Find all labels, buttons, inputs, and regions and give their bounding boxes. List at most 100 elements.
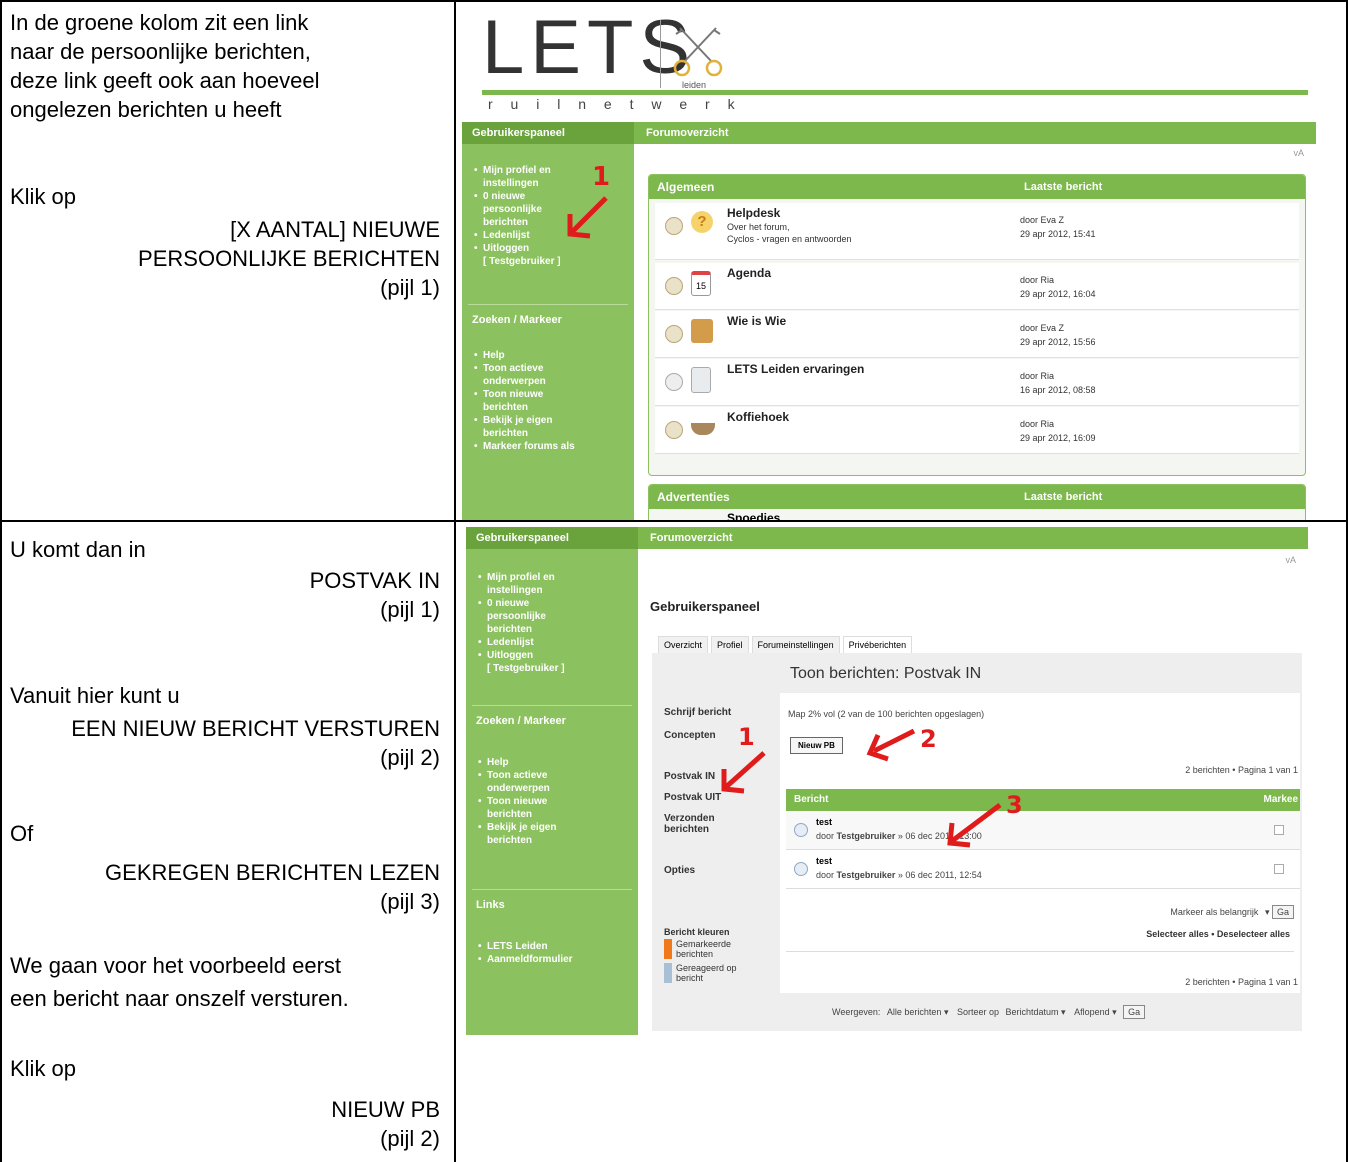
sidebar-link-active[interactable]: Toon actieve (474, 362, 634, 375)
message-by: door (816, 870, 835, 880)
tab-private-messages[interactable]: Privéberichten (842, 636, 913, 654)
sidebar-link-messages-cont[interactable]: berichten (478, 623, 638, 636)
sidebar-link-help[interactable]: Help (474, 349, 634, 362)
subforum-link[interactable]: Over het forum, (727, 221, 852, 233)
sidebar-link-new[interactable]: Toon nieuwe (478, 795, 638, 808)
color-legend: Bericht kleuren Gemarkeerde berichten Ge… (664, 927, 737, 983)
sidebar-link-active-cont[interactable]: onderwerpen (478, 782, 638, 795)
sidebar-link-own[interactable]: Bekijk je eigen (478, 821, 638, 834)
last-post-header: Laatste bericht (1024, 491, 1103, 503)
sort-direction-select[interactable]: Aflopend (1074, 1007, 1110, 1017)
menu-options[interactable]: Opties (664, 865, 774, 876)
menu-drafts[interactable]: Concepten (664, 730, 774, 741)
sort-field-select[interactable]: Berichtdatum (1006, 1007, 1059, 1017)
sidebar-link-new[interactable]: Toon nieuwe (474, 388, 634, 401)
last-post-info: door Ria 29 apr 2012, 16:04 (1020, 273, 1096, 301)
sidebar-link-profile-cont[interactable]: instellingen (478, 584, 638, 597)
sidebar-link-own-cont[interactable]: berichten (478, 834, 638, 847)
last-post-info: door Ria 16 apr 2012, 08:58 (1020, 369, 1096, 397)
last-post-date: 29 apr 2012, 16:09 (1020, 433, 1096, 443)
sidebar-link-own[interactable]: Bekijk je eigen (474, 414, 634, 427)
sidebar-link-logout[interactable]: Uitloggen (474, 242, 634, 255)
intro-line: naar de persoonlijke berichten, (10, 39, 311, 64)
instruction-line: U komt dan in (10, 537, 146, 562)
sidebar-heading: Zoeken / Markeer (462, 309, 634, 331)
go-button[interactable]: Ga (1271, 905, 1294, 919)
tab-profile[interactable]: Profiel (711, 636, 749, 654)
sidebar-link-new-cont[interactable]: berichten (474, 401, 634, 414)
legend-marked-line: Gemarkeerde (676, 939, 732, 949)
mark-select[interactable]: Markeer als belangrijk (1166, 906, 1262, 918)
sidebar-link-logout-user[interactable]: [ Testgebruiker ] (474, 255, 634, 268)
sidebar-link-help[interactable]: Help (478, 756, 638, 769)
instruction-target: EEN NIEUW BERICHT VERSTUREN (71, 716, 440, 741)
mark-controls: Markeer als belangrijk ▾ Ga (1166, 905, 1294, 919)
message-title[interactable]: test (816, 856, 832, 866)
sidebar-link-active[interactable]: Toon actieve (478, 769, 638, 782)
arrow-label-1: 1 (592, 162, 611, 192)
forum-title[interactable]: Spoedjes (727, 511, 780, 520)
message-author[interactable]: Testgebruiker (837, 831, 896, 841)
table-top-border (0, 0, 1348, 2)
filter-bar: Weergeven: Alle berichten ▾ Sorteer op B… (832, 1005, 1146, 1019)
menu-sent[interactable]: Verzonden (664, 813, 774, 824)
intro-line: In de groene kolom zit een link (10, 10, 309, 35)
forum-title[interactable]: LETS Leiden ervaringen (727, 362, 864, 376)
external-links: LETS Leiden Aanmeldformulier (466, 940, 638, 966)
last-post-author[interactable]: door Ria (1020, 417, 1096, 431)
sidebar-link-profile[interactable]: Mijn profiel en (478, 571, 638, 584)
message-row[interactable]: test door Testgebruiker » 06 dec 2011, 1… (786, 811, 1300, 850)
message-meta: door Testgebruiker » 06 dec 2011, 12:54 (816, 870, 982, 880)
sidebar-link-signup[interactable]: Aanmeldformulier (478, 953, 638, 966)
menu-compose[interactable]: Schrijf bericht (664, 707, 774, 718)
dropdown-arrow-icon[interactable]: ▾ (1265, 907, 1270, 917)
sidebar-link-mark[interactable]: Markeer forums als (474, 440, 634, 453)
forum-row[interactable]: 15 Agenda door Ria 29 apr 2012, 16:04 (655, 263, 1299, 310)
sort-label: Sorteer op (956, 1007, 999, 1017)
sidebar-link-active-cont[interactable]: onderwerpen (474, 375, 634, 388)
forum-title[interactable]: Wie is Wie (727, 314, 786, 328)
sidebar-link-messages[interactable]: 0 nieuwe (478, 597, 638, 610)
sidebar-link-members[interactable]: Ledenlijst (478, 636, 638, 649)
sidebar-link-own-cont[interactable]: berichten (474, 427, 634, 440)
sidebar-link-logout-user[interactable]: [ Testgebruiker ] (478, 662, 638, 675)
last-post-author[interactable]: door Eva Z (1020, 213, 1096, 227)
document-icon (691, 367, 711, 393)
subforum-link[interactable]: Cyclos - vragen en antwoorden (727, 233, 852, 245)
message-title[interactable]: test (816, 817, 832, 827)
last-post-info: door Eva Z 29 apr 2012, 15:56 (1020, 321, 1096, 349)
mark-checkbox[interactable] (1274, 825, 1284, 835)
forum-title[interactable]: Koffiehoek (727, 410, 789, 424)
tab-forum-settings[interactable]: Forumeinstellingen (751, 636, 840, 654)
forum-topbar: Forumoverzicht (638, 527, 1308, 549)
forum-group-header: Algemeen Laatste bericht (649, 175, 1305, 199)
last-post-author[interactable]: door Eva Z (1020, 321, 1096, 335)
intro-line: ongelezen berichten u heeft (10, 97, 282, 122)
forum-row[interactable]: LETS Leiden ervaringen door Ria 16 apr 2… (655, 359, 1299, 406)
sidebar-link-new-cont[interactable]: berichten (478, 808, 638, 821)
red-arrow-icon (567, 196, 608, 239)
tab-overview[interactable]: Overzicht (658, 636, 709, 654)
forum-row[interactable]: Wie is Wie door Eva Z 29 apr 2012, 15:56 (655, 311, 1299, 358)
new-pm-button[interactable]: Nieuw PB (790, 737, 843, 754)
instruction-cell-2: U komt dan in POSTVAK IN (pijl 1) Vanuit… (10, 535, 440, 1153)
message-row[interactable]: test door Testgebruiker » 06 dec 2011, 1… (786, 850, 1300, 889)
menu-sent-cont[interactable]: berichten (664, 824, 774, 835)
forum-title[interactable]: Agenda (727, 266, 771, 280)
forum-row[interactable]: ? Helpdesk Over het forum, Cyclos - vrag… (655, 203, 1299, 260)
sidebar-link-lets[interactable]: LETS Leiden (478, 940, 638, 953)
message-author[interactable]: Testgebruiker (837, 870, 896, 880)
sidebar-link-messages-cont[interactable]: persoonlijke (478, 610, 638, 623)
forum-title[interactable]: Helpdesk (727, 206, 780, 220)
select-all-links[interactable]: Selecteer alles • Deselecteer alles (1146, 929, 1290, 939)
sidebar-link-logout[interactable]: Uitloggen (478, 649, 638, 662)
forum-row[interactable]: Koffiehoek door Ria 29 apr 2012, 16:09 (655, 407, 1299, 454)
red-arrow-icon (947, 803, 1002, 848)
filter-select[interactable]: Alle berichten (887, 1007, 942, 1017)
filter-go-button[interactable]: Ga (1123, 1005, 1146, 1019)
mark-checkbox[interactable] (1274, 864, 1284, 874)
last-post-author[interactable]: door Ria (1020, 369, 1096, 383)
last-post-author[interactable]: door Ria (1020, 273, 1096, 287)
last-post-header: Laatste bericht (1024, 181, 1103, 193)
pagination-bottom: 2 berichten • Pagina 1 van 1 (1185, 977, 1298, 987)
